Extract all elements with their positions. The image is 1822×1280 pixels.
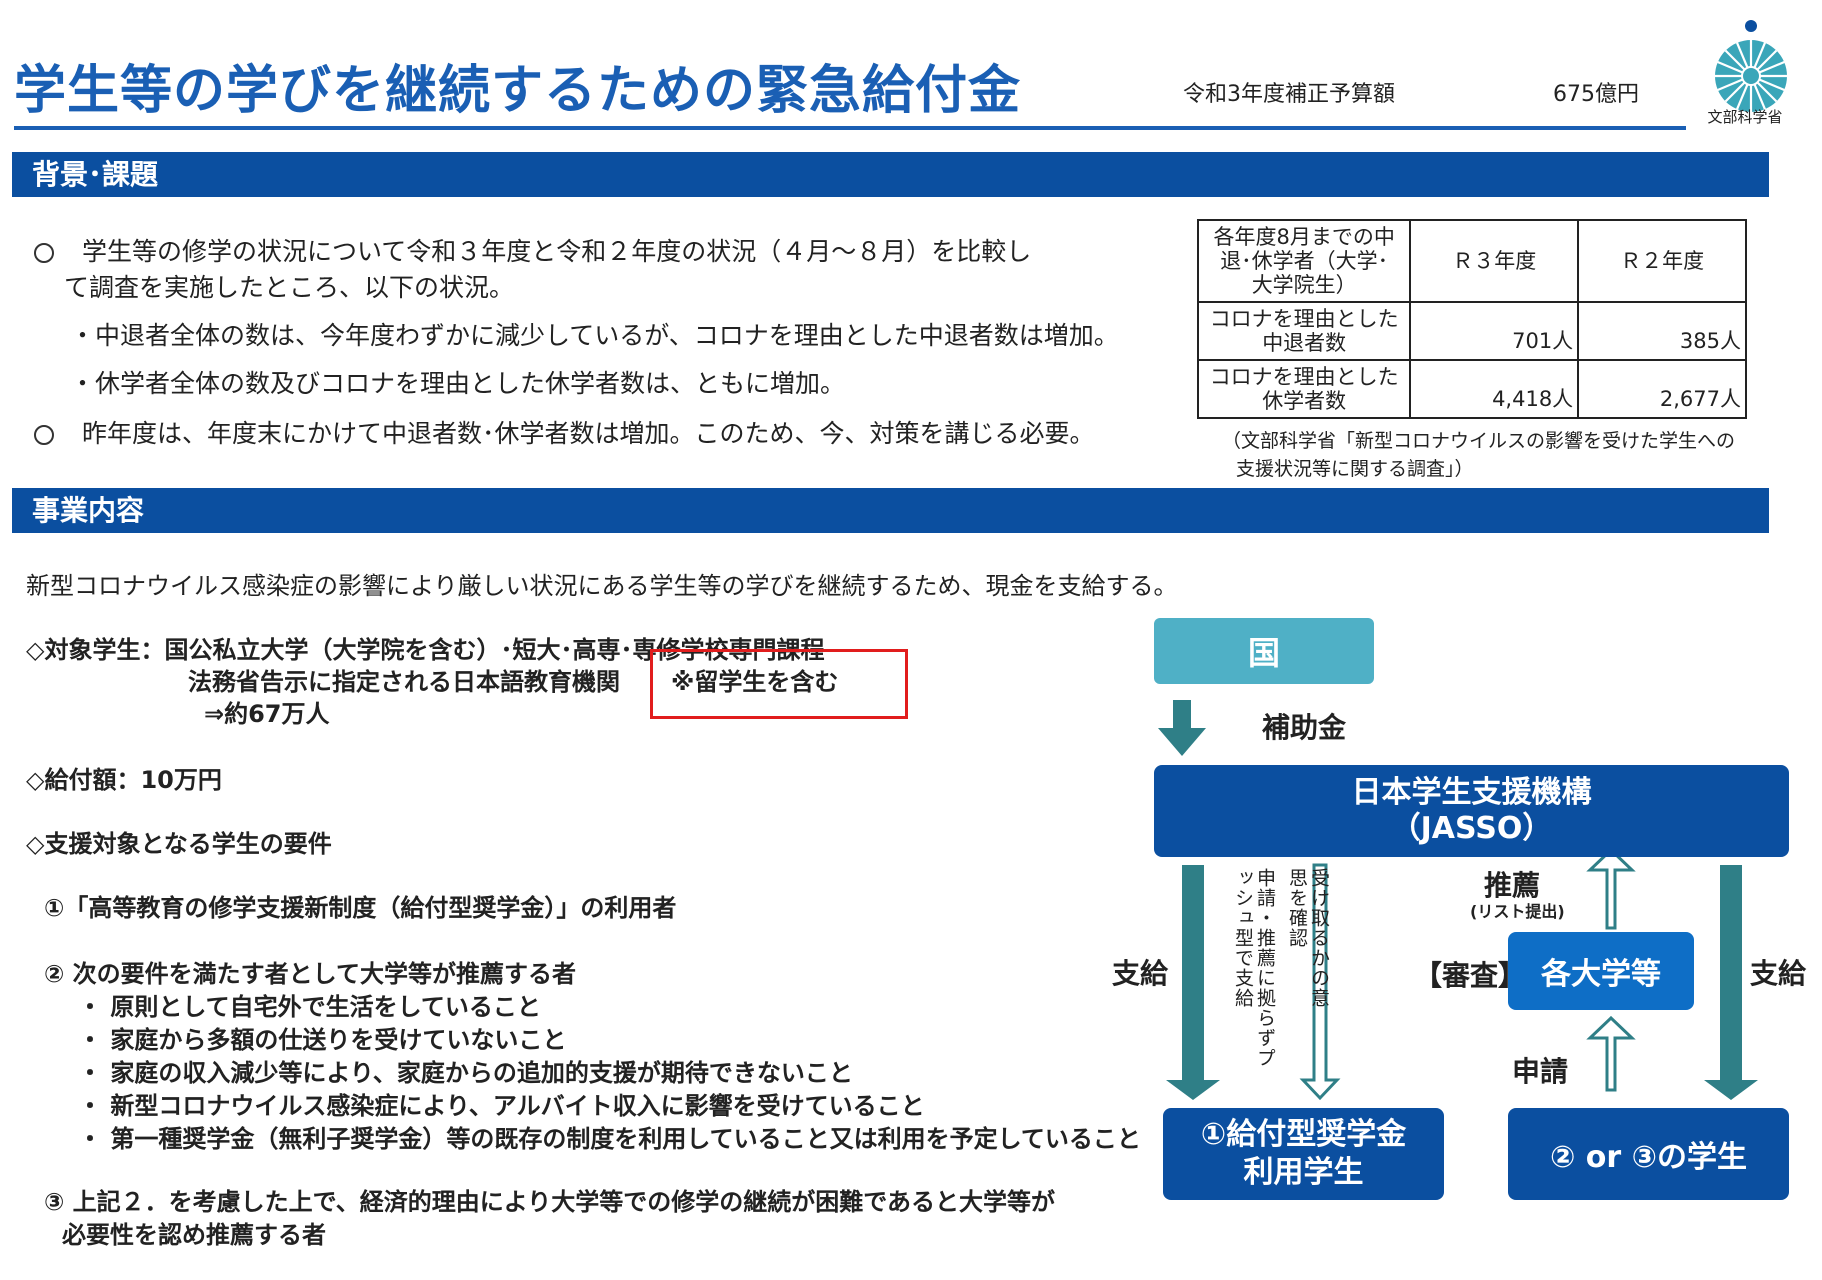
table-cell-value: 385人	[1577, 301, 1747, 361]
requirement-3-cont: 必要性を認め推薦する者	[62, 1221, 326, 1249]
table-cell-value: 2,677人	[1577, 359, 1747, 419]
flow-box-universities: 各大学等	[1508, 932, 1694, 1010]
title-underline	[14, 126, 1686, 130]
business-section-header: 事業内容	[12, 488, 1769, 533]
table-row: コロナを理由とした 中退者数 701人 385人	[1196, 301, 1747, 361]
benefit-amount: ◇給付額：10万円	[26, 766, 222, 794]
requirement-2-item: ・ 原則として自宅外で生活をしていること	[78, 993, 541, 1021]
table-row-label: コロナを理由とした 休学者数	[1196, 359, 1412, 419]
table-cell-value: 4,418人	[1409, 359, 1580, 419]
push-payment-note: 申請・推薦に拠らずプッシュ型で支給	[1232, 868, 1276, 1068]
table-row: コロナを理由とした 休学者数 4,418人 2,677人	[1196, 359, 1747, 419]
flow-box-other-students: ② or ③の学生	[1508, 1108, 1789, 1200]
flow-box-jasso: 日本学生支援機構 （JASSO）	[1154, 765, 1789, 857]
background-section-header: 背景･課題	[12, 152, 1769, 197]
subsidy-label: 補助金	[1262, 711, 1347, 744]
apply-label: 申請	[1512, 1055, 1569, 1088]
payment-label-right: 支給	[1750, 957, 1807, 990]
requirement-2: ② 次の要件を満たす者として大学等が推薦する者	[44, 960, 576, 988]
target-students-line2: 法務省告示に指定される日本語教育機関	[188, 668, 620, 696]
bg-paragraph-2: 昨年度は、年度末にかけて中退者数･休学者数は増加。このため、今、対策を講じる必要…	[34, 414, 1095, 450]
requirement-2-item: ・ 第一種奨学金（無利子奨学金）等の既存の制度を利用していること又は利用を予定し…	[78, 1125, 1141, 1153]
bg-bullet-leave: ・休学者全体の数及びコロナを理由とした休学者数は、ともに増加。	[70, 369, 846, 398]
list-submit-label: (リスト提出)	[1470, 902, 1565, 921]
requirements-heading: ◇支援対象となる学生の要件	[26, 830, 332, 858]
table-corner-cell: 各年度8月までの中 退･休学者（大学･ 大学院生）	[1196, 219, 1412, 303]
target-students-count: ⇒約67万人	[204, 700, 330, 728]
circle-bullet-icon	[34, 425, 54, 445]
intention-confirm-note: 受け取るかの意思を確認	[1286, 868, 1330, 1008]
requirement-2-item: ・ 新型コロナウイルス感染症により、アルバイト収入に影響を受けていること	[78, 1092, 925, 1120]
budget-label: 令和3年度補正予算額	[1183, 82, 1395, 107]
payment-arrow-left-icon	[1166, 865, 1220, 1100]
apply-arrow-icon	[1586, 1015, 1636, 1092]
logo-caption: 文部科学省	[1707, 108, 1783, 126]
requirement-2-item: ・ 家庭から多額の仕送りを受けていないこと	[78, 1026, 567, 1054]
flow-box-scholarship-students: ①給付型奨学金 利用学生	[1163, 1108, 1444, 1200]
requirement-2-item: ・ 家庭の収入減少等により、家庭からの追加的支援が期待できないこと	[78, 1059, 853, 1087]
budget-amount: 675億円	[1553, 82, 1639, 107]
table-col-r3: Ｒ３年度	[1409, 219, 1580, 303]
table-source-note: （文部科学省「新型コロナウイルスの影響を受けた学生への 支援状況等に関する調査」…	[1222, 430, 1736, 480]
table-cell-value: 701人	[1409, 301, 1580, 361]
recommend-arrow-icon	[1586, 847, 1636, 930]
requirement-3: ③ 上記２．を考慮した上で、経済的理由により大学等での修学の継続が困難であると大…	[44, 1188, 1055, 1216]
flow-box-government: 国	[1154, 618, 1374, 684]
table-header-row: 各年度8月までの中 退･休学者（大学･ 大学院生） Ｒ３年度 Ｒ２年度	[1196, 219, 1747, 303]
bg-paragraph-1-cont: て調査を実施したところ、以下の状況。	[64, 273, 515, 302]
table-col-r2: Ｒ２年度	[1577, 219, 1747, 303]
business-intro: 新型コロナウイルス感染症の影響により厳しい状況にある学生等の学びを継続するため、…	[26, 572, 1178, 600]
bg-bullet-dropout: ・中退者全体の数は、今年度わずかに減少しているが、コロナを理由とした中退者数は増…	[70, 321, 1119, 350]
highlight-box	[650, 649, 908, 719]
requirement-1: ①「高等教育の修学支援新制度（給付型奨学金）」の利用者	[44, 894, 677, 922]
bg-paragraph-1: 学生等の修学の状況について令和３年度と令和２年度の状況（４月～８月）を比較し	[34, 232, 1031, 268]
payment-label-left: 支給	[1112, 957, 1169, 990]
table-row-label: コロナを理由とした 中退者数	[1196, 301, 1412, 361]
stats-table: 各年度8月までの中 退･休学者（大学･ 大学院生） Ｒ３年度 Ｒ２年度 コロナを…	[1196, 219, 1747, 419]
subsidy-arrow-icon	[1158, 700, 1206, 756]
page-title: 学生等の学びを継続するための緊急給付金	[14, 61, 1022, 121]
circle-bullet-icon	[34, 243, 54, 263]
